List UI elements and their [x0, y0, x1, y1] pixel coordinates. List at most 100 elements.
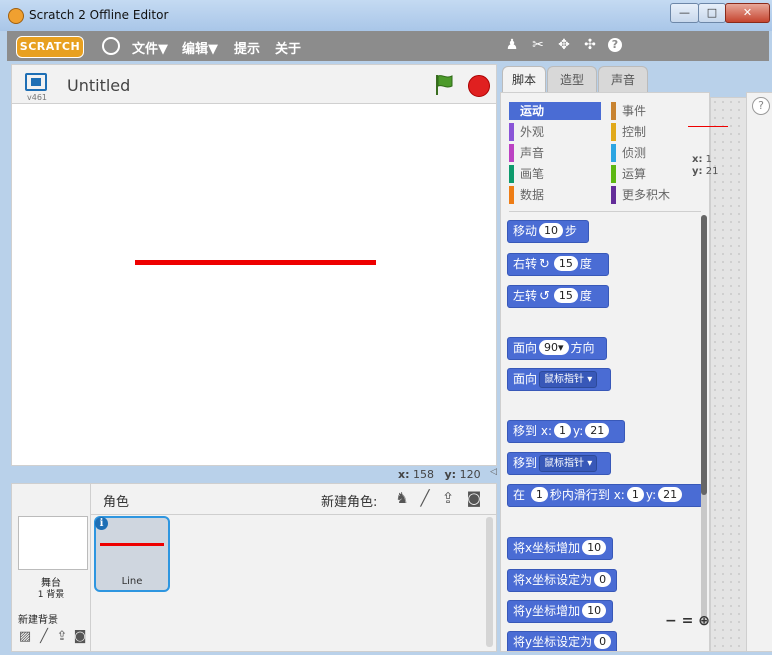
- new-sprite-label: 新建角色:: [321, 495, 378, 510]
- tab-sounds[interactable]: 声音: [598, 66, 648, 93]
- category-6[interactable]: 画笔: [509, 165, 601, 183]
- duplicate-icon[interactable]: ♟: [504, 37, 520, 53]
- category-9[interactable]: 更多积木: [611, 186, 701, 204]
- editor-tabs: 脚本 造型 声音: [500, 64, 745, 93]
- sprite-upload-icon[interactable]: ⇪: [439, 489, 457, 507]
- stage-header: v461 Untitled: [11, 64, 497, 104]
- category-swatch: [611, 165, 616, 183]
- category-swatch: [611, 123, 616, 141]
- sprite-pane: 舞台 1 背景 新建背景 ▨ ╱ ⇪ ◙ 角色 新建角色: ♞ ╱ ⇪ ◙ i …: [11, 483, 497, 652]
- category-0[interactable]: 运动: [509, 102, 601, 120]
- stage-column: 舞台 1 背景 新建背景 ▨ ╱ ⇪ ◙: [12, 484, 91, 651]
- info-icon[interactable]: i: [95, 517, 108, 530]
- block-goto-xy[interactable]: 移到 x: 1 y: 21: [507, 420, 625, 443]
- maximize-button[interactable]: □: [698, 3, 726, 23]
- block-set-y[interactable]: 将y坐标设定为 0: [507, 631, 617, 651]
- block-set-x[interactable]: 将x坐标设定为 0: [507, 569, 617, 592]
- category-label: 运动: [520, 104, 545, 118]
- category-7[interactable]: 运算: [611, 165, 701, 183]
- category-label: 外观: [520, 125, 545, 139]
- sprites-scrollbar[interactable]: [486, 517, 493, 647]
- stop-icon[interactable]: [468, 75, 490, 97]
- help-icon[interactable]: ?: [752, 97, 770, 115]
- category-label: 数据: [520, 188, 545, 202]
- tab-scripts[interactable]: 脚本: [502, 66, 546, 93]
- backdrop-upload-icon[interactable]: ⇪: [54, 629, 70, 645]
- category-swatch: [509, 144, 514, 162]
- menu-file[interactable]: 文件▼: [132, 38, 168, 57]
- tab-costumes[interactable]: 造型: [547, 66, 597, 93]
- collapse-arrow-icon[interactable]: ◁: [490, 467, 497, 477]
- sprite-camera-icon[interactable]: ◙: [465, 489, 483, 507]
- zoom-reset-icon[interactable]: =: [682, 613, 694, 629]
- category-divider: [509, 211, 701, 212]
- cut-icon[interactable]: ✂: [530, 37, 546, 53]
- block-point-direction[interactable]: 面向 90▾ 方向: [507, 337, 607, 360]
- sprite-thumbnail: [100, 543, 164, 546]
- category-8[interactable]: 数据: [509, 186, 601, 204]
- sprites-header: 角色 新建角色: ♞ ╱ ⇪ ◙: [91, 484, 496, 515]
- minimize-button[interactable]: —: [670, 3, 699, 23]
- block-glide[interactable]: 在 1 秒内滑行到 x: 1 y: 21: [507, 484, 703, 507]
- right-panel-edge: [746, 92, 772, 652]
- category-swatch: [611, 144, 616, 162]
- new-backdrop-label: 新建背景: [18, 615, 58, 626]
- grow-icon[interactable]: ✥: [556, 37, 572, 53]
- backdrop-library-icon[interactable]: ▨: [17, 629, 33, 645]
- category-swatch: [509, 165, 514, 183]
- green-flag-icon[interactable]: [434, 74, 454, 96]
- globe-icon[interactable]: [102, 37, 120, 55]
- fullscreen-icon[interactable]: [25, 73, 47, 91]
- menu-edit[interactable]: 编辑▼: [182, 38, 218, 57]
- palette-scrollbar-thumb[interactable]: [701, 215, 707, 495]
- stage-thumbnail[interactable]: [18, 516, 88, 570]
- zoom-controls: − = ⊕: [665, 613, 710, 629]
- category-label: 声音: [520, 146, 545, 160]
- menu-about[interactable]: 关于: [275, 38, 301, 57]
- block-change-y[interactable]: 将y坐标增加 10: [507, 600, 613, 623]
- block-turn-left[interactable]: 左转 ↺ 15 度: [507, 285, 609, 308]
- category-5[interactable]: 侦测: [611, 144, 701, 162]
- zoom-in-icon[interactable]: ⊕: [698, 613, 710, 629]
- sprites-label: 角色: [103, 495, 130, 510]
- version-label: v461: [27, 93, 48, 102]
- sprite-preview: [688, 126, 728, 127]
- category-label: 侦测: [622, 146, 647, 160]
- window-title: Scratch 2 Offline Editor: [29, 8, 169, 22]
- help-icon[interactable]: ?: [608, 38, 622, 52]
- shrink-icon[interactable]: ✣: [582, 37, 598, 53]
- backdrop-camera-icon[interactable]: ◙: [72, 629, 88, 645]
- category-label: 画笔: [520, 167, 545, 181]
- block-palette: 运动 事件外观 控制声音 侦测画笔 运算数据 更多积木 移动 10 步 右转 ↻ 15 度 左转 ↺ 1…: [500, 92, 710, 652]
- block-point-towards[interactable]: 面向 鼠标指针 ▾: [507, 368, 611, 391]
- line-sprite[interactable]: [135, 260, 376, 265]
- block-move[interactable]: 移动 10 步: [507, 220, 589, 243]
- category-swatch: [611, 186, 616, 204]
- scratch-logo[interactable]: SCRATCH: [16, 36, 84, 58]
- script-area[interactable]: [710, 97, 748, 652]
- project-title[interactable]: Untitled: [67, 76, 130, 95]
- category-2[interactable]: 外观: [509, 123, 601, 141]
- window-titlebar: Scratch 2 Offline Editor — □ ✕: [0, 0, 772, 31]
- category-label: 控制: [622, 125, 647, 139]
- zoom-out-icon[interactable]: −: [665, 613, 677, 629]
- sprite-paint-icon[interactable]: ╱: [416, 489, 434, 507]
- block-change-x[interactable]: 将x坐标增加 10: [507, 537, 613, 560]
- rotate-right-icon: ↻: [539, 257, 550, 272]
- backdrop-paint-icon[interactable]: ╱: [36, 629, 52, 645]
- sprite-card[interactable]: i Line: [94, 516, 170, 592]
- category-swatch: [509, 186, 514, 204]
- category-label: 运算: [622, 167, 647, 181]
- menu-tips[interactable]: 提示: [234, 38, 260, 57]
- sprite-library-icon[interactable]: ♞: [393, 489, 411, 507]
- block-turn-right[interactable]: 右转 ↻ 15 度: [507, 253, 609, 276]
- category-4[interactable]: 声音: [509, 144, 601, 162]
- category-1[interactable]: 事件: [611, 102, 701, 120]
- sprite-position-readout: x: 1 y: 21: [692, 154, 719, 177]
- block-goto[interactable]: 移到 鼠标指针 ▾: [507, 452, 611, 475]
- category-label: 更多积木: [622, 188, 671, 202]
- stage-canvas[interactable]: [11, 103, 497, 466]
- app-icon: [8, 8, 24, 24]
- close-button[interactable]: ✕: [725, 3, 770, 23]
- rotate-left-icon: ↺: [539, 289, 550, 304]
